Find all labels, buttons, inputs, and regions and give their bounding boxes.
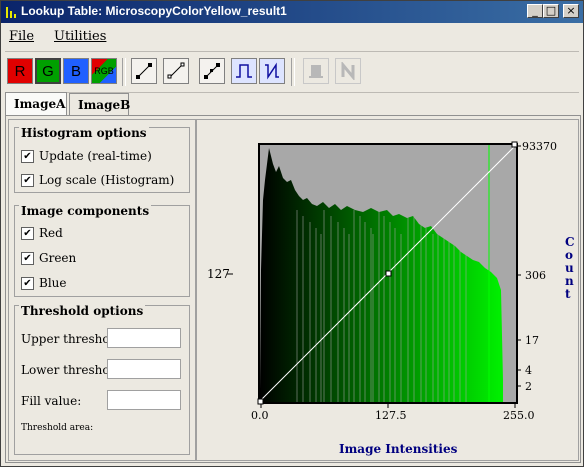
right-tick-label: 2	[525, 380, 532, 393]
histogram-options-title: Histogram options	[19, 126, 149, 140]
histogram-plot[interactable]: 127 93370 306 17 4 2 0.0 127.5 255.0 Ima…	[197, 120, 578, 460]
run-inverse-threshold-button[interactable]	[335, 58, 361, 84]
blue-channel-label: B	[70, 62, 81, 80]
linear-transfer-icon	[136, 63, 152, 79]
close-button[interactable]: ×	[563, 4, 579, 18]
blue-channel-button[interactable]: B	[63, 58, 89, 84]
threshold-transfer-button[interactable]	[231, 58, 257, 84]
tab-content: Histogram options ✔ Update (real-time) ✔…	[5, 115, 581, 463]
image-components-title: Image components	[19, 204, 152, 218]
green-channel-button[interactable]: G	[35, 58, 61, 84]
blue-label: Blue	[39, 276, 67, 290]
options-panel: Histogram options ✔ Update (real-time) ✔…	[8, 119, 196, 461]
toolbar-separator	[291, 58, 295, 86]
upper-threshold-input[interactable]	[107, 328, 181, 348]
right-tick-label: 306	[525, 269, 546, 282]
threshold-icon	[236, 64, 252, 78]
reset-transfer-button[interactable]	[163, 58, 189, 84]
y-axis-label: Count	[565, 235, 575, 301]
rgb-channel-button[interactable]: RGB	[91, 58, 117, 84]
log-scale-label: Log scale (Histogram)	[39, 173, 175, 187]
menu-utilities[interactable]: Utilities	[54, 29, 106, 44]
green-channel-label: G	[42, 62, 54, 80]
check-icon: ✔	[21, 149, 34, 163]
inverse-threshold-button[interactable]	[259, 58, 285, 84]
threshold-area-label: Threshold area:	[21, 423, 94, 433]
right-tick-label: 4	[525, 364, 532, 377]
histogram-panel: 127 93370 306 17 4 2 0.0 127.5 255.0 Ima…	[196, 119, 579, 461]
fill-value-label: Fill value:	[21, 394, 82, 408]
tab-image-b[interactable]: ImageB	[69, 93, 130, 115]
minimize-button[interactable]: _	[527, 4, 543, 18]
log-scale-checkbox[interactable]: ✔ Log scale (Histogram)	[21, 173, 174, 187]
run-threshold-icon	[309, 65, 323, 78]
left-y-tick-label: 127	[207, 267, 230, 281]
transfer-point-end[interactable]	[511, 141, 518, 148]
x-tick-label: 255.0	[503, 409, 535, 422]
window-title: Lookup Table: MicroscopyColorYellow_resu…	[21, 4, 287, 18]
rgb-channel-label: RGB	[94, 66, 114, 76]
menu-file[interactable]: File	[9, 29, 34, 44]
blue-checkbox[interactable]: ✔ Blue	[21, 276, 67, 290]
ctf-transfer-button[interactable]	[199, 58, 225, 84]
menu-bar: File Utilities	[1, 25, 583, 47]
ctf-transfer-icon	[204, 63, 220, 79]
transfer-point-mid[interactable]	[385, 270, 392, 277]
check-icon: ✔	[21, 251, 34, 265]
fill-value-input[interactable]	[107, 390, 181, 410]
red-label: Red	[39, 226, 63, 240]
red-channel-label: R	[14, 62, 26, 80]
check-icon: ✔	[21, 226, 34, 240]
red-checkbox[interactable]: ✔ Red	[21, 226, 63, 240]
right-tick-label: 93370	[522, 140, 557, 153]
inverse-threshold-icon	[265, 62, 279, 80]
lower-threshold-input[interactable]	[107, 359, 181, 379]
x-tick-label: 127.5	[375, 409, 407, 422]
threshold-options-title: Threshold options	[19, 304, 146, 318]
check-icon: ✔	[21, 276, 34, 290]
update-label: Update (real-time)	[39, 149, 152, 163]
title-bar[interactable]: Lookup Table: MicroscopyColorYellow_resu…	[1, 1, 583, 23]
reset-transfer-icon	[167, 62, 185, 79]
image-components-group: Image components ✔ Red ✔ Green ✔ Blue	[14, 204, 190, 297]
green-label: Green	[39, 251, 77, 265]
check-icon: ✔	[21, 173, 34, 187]
update-checkbox[interactable]: ✔ Update (real-time)	[21, 149, 152, 163]
red-channel-button[interactable]: R	[7, 58, 33, 84]
threshold-options-group: Threshold options Upper threshold: Lower…	[14, 304, 190, 455]
transfer-point-start[interactable]	[257, 398, 264, 405]
run-threshold-button[interactable]	[303, 58, 329, 84]
lookup-table-window: Lookup Table: MicroscopyColorYellow_resu…	[0, 0, 584, 467]
toolbar-separator	[122, 58, 126, 86]
histogram-options-group: Histogram options ✔ Update (real-time) ✔…	[14, 126, 190, 193]
x-tick-label: 0.0	[251, 409, 269, 422]
green-checkbox[interactable]: ✔ Green	[21, 251, 76, 265]
toolbar: R G B RGB	[5, 51, 579, 93]
right-tick-label: 17	[525, 334, 539, 347]
linear-transfer-button[interactable]	[131, 58, 157, 84]
tab-image-a[interactable]: ImageA	[5, 92, 67, 116]
app-icon	[6, 7, 16, 18]
maximize-button[interactable]: □	[543, 4, 559, 18]
x-axis-label: Image Intensities	[339, 442, 458, 456]
run-inverse-threshold-icon	[341, 62, 355, 80]
